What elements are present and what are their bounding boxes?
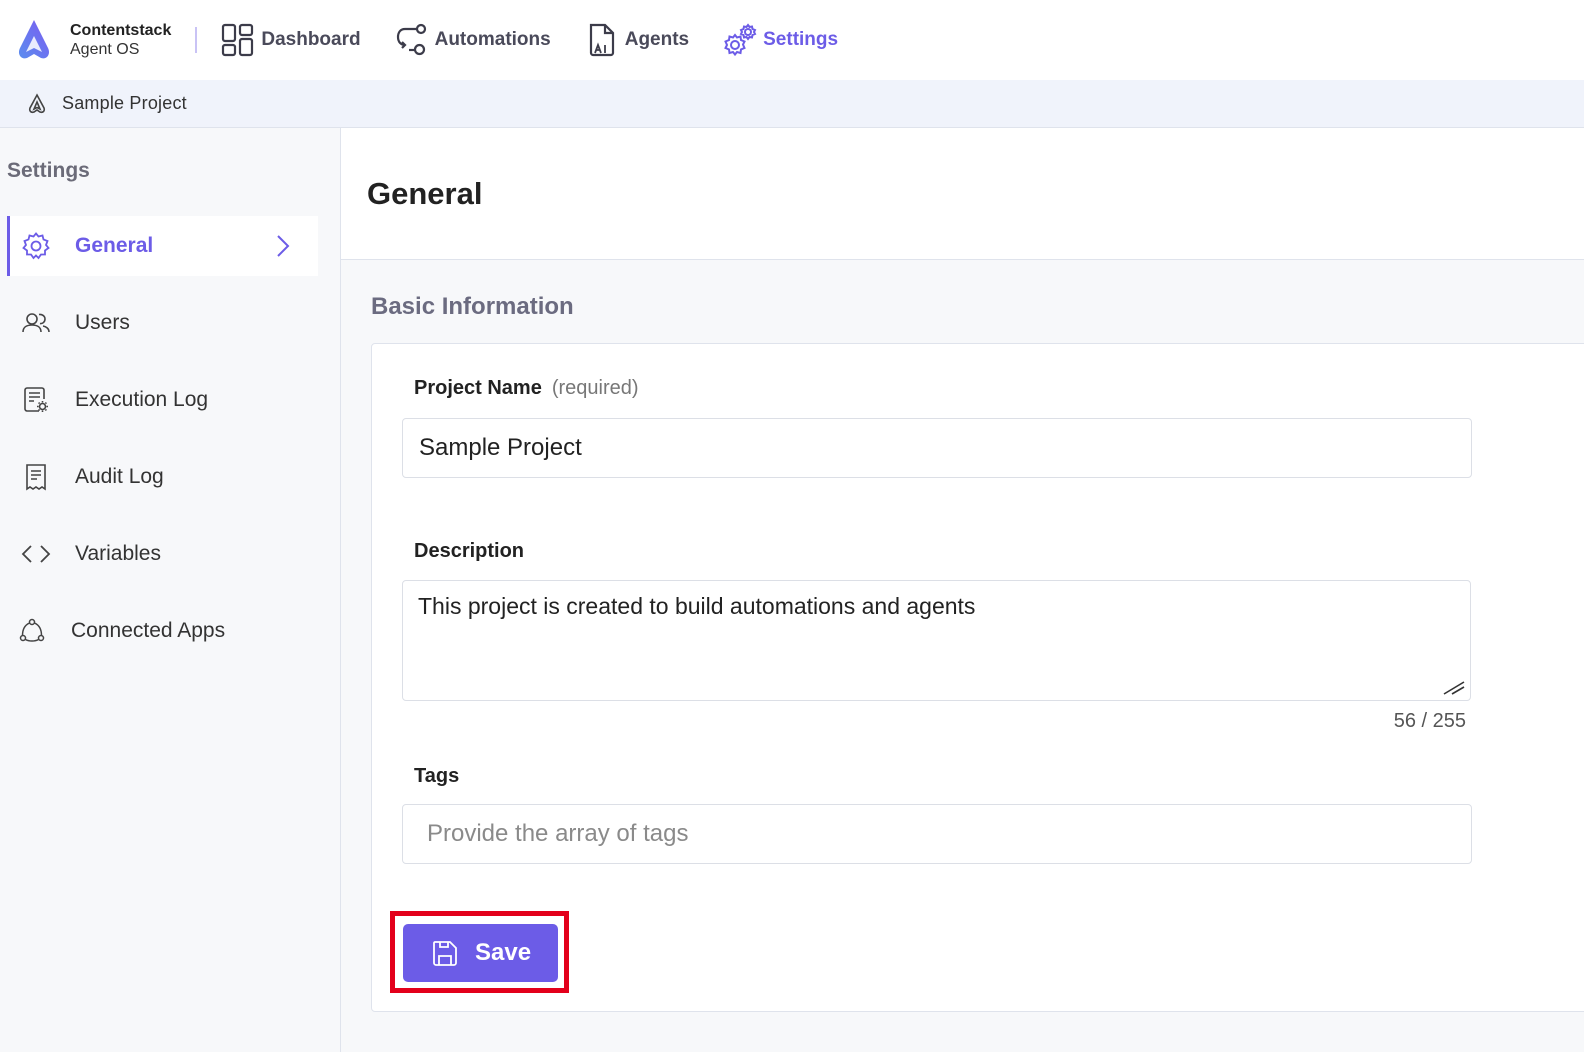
nav-item-agents[interactable]: Agents [585, 23, 689, 57]
brand-name: Contentstack [70, 22, 172, 39]
description-textarea[interactable]: This project is created to build automat… [402, 580, 1471, 701]
sidebar-item-connected-apps[interactable]: Connected Apps [7, 601, 318, 661]
resize-handle-icon[interactable] [1442, 676, 1466, 696]
breadcrumb-project[interactable]: Sample Project [62, 93, 187, 114]
tags-label: Tags [414, 765, 460, 787]
required-hint: (required) [551, 377, 639, 399]
page-header: General [341, 128, 1584, 260]
sidebar-label-audit-log: Audit Log [75, 465, 164, 488]
sidebar-label-connected-apps: Connected Apps [71, 619, 226, 642]
automations-icon [396, 23, 426, 56]
nav-item-automations[interactable]: Automations [395, 23, 551, 57]
top-navigation-bar: Contentstack Agent OS Dashboard Automati… [0, 0, 1584, 80]
brand-subtitle: Agent OS [70, 41, 140, 58]
audit-log-icon [26, 464, 46, 491]
main-nav: Dashboard Automations Agents Settings [221, 23, 872, 57]
nav-label-settings: Settings [763, 29, 839, 50]
nav-label-dashboard: Dashboard [261, 29, 361, 50]
description-label: Description [414, 540, 525, 562]
sidebar-item-variables[interactable]: Variables [7, 524, 318, 584]
project-name-label-text: Project Name [414, 377, 542, 399]
page-title: General [367, 176, 483, 211]
gear-icon [22, 232, 50, 260]
nav-item-dashboard[interactable]: Dashboard [221, 23, 361, 57]
settings-sidebar: Settings General Users Execution Log Aud… [0, 128, 341, 1052]
sidebar-item-general[interactable]: General [7, 216, 318, 276]
sidebar-label-variables: Variables [75, 542, 161, 565]
brand-divider [195, 27, 198, 53]
save-icon [433, 941, 457, 966]
nav-label-automations: Automations [434, 29, 551, 50]
connected-apps-icon [19, 618, 45, 642]
project-logo-icon [28, 92, 46, 113]
tags-input[interactable] [402, 804, 1472, 864]
code-brackets-icon [21, 545, 51, 563]
project-name-input[interactable] [402, 418, 1472, 478]
dashboard-icon [222, 23, 254, 57]
sidebar-label-execution-log: Execution Log [75, 388, 209, 411]
contentstack-logo-icon [18, 20, 50, 59]
sidebar-label-users: Users [75, 311, 130, 334]
save-button-label: Save [475, 939, 532, 966]
nav-label-agents: Agents [624, 29, 690, 50]
section-title: Basic Information [371, 293, 574, 320]
settings-gears-icon [724, 23, 757, 57]
basic-information-card: Project Name (required) Description This … [371, 343, 1584, 1012]
sidebar-item-execution-log[interactable]: Execution Log [7, 370, 318, 430]
main-content: General Basic Information Project Name (r… [341, 128, 1584, 1052]
save-button[interactable]: Save [403, 924, 558, 982]
project-name-label: Project Name (required) [414, 377, 639, 400]
sidebar-title: Settings [7, 159, 90, 182]
agents-icon [589, 23, 614, 57]
execution-log-icon [24, 387, 48, 412]
brand[interactable]: Contentstack Agent OS [12, 18, 171, 62]
chevron-right-icon [277, 235, 290, 257]
users-icon [22, 313, 50, 333]
sidebar-label-general: General [75, 234, 154, 257]
nav-item-settings[interactable]: Settings [723, 23, 838, 57]
breadcrumb: Sample Project [0, 80, 1584, 128]
character-counter: 56 / 255 [1393, 710, 1466, 732]
sidebar-item-users[interactable]: Users [7, 293, 318, 353]
sidebar-item-audit-log[interactable]: Audit Log [7, 447, 318, 507]
